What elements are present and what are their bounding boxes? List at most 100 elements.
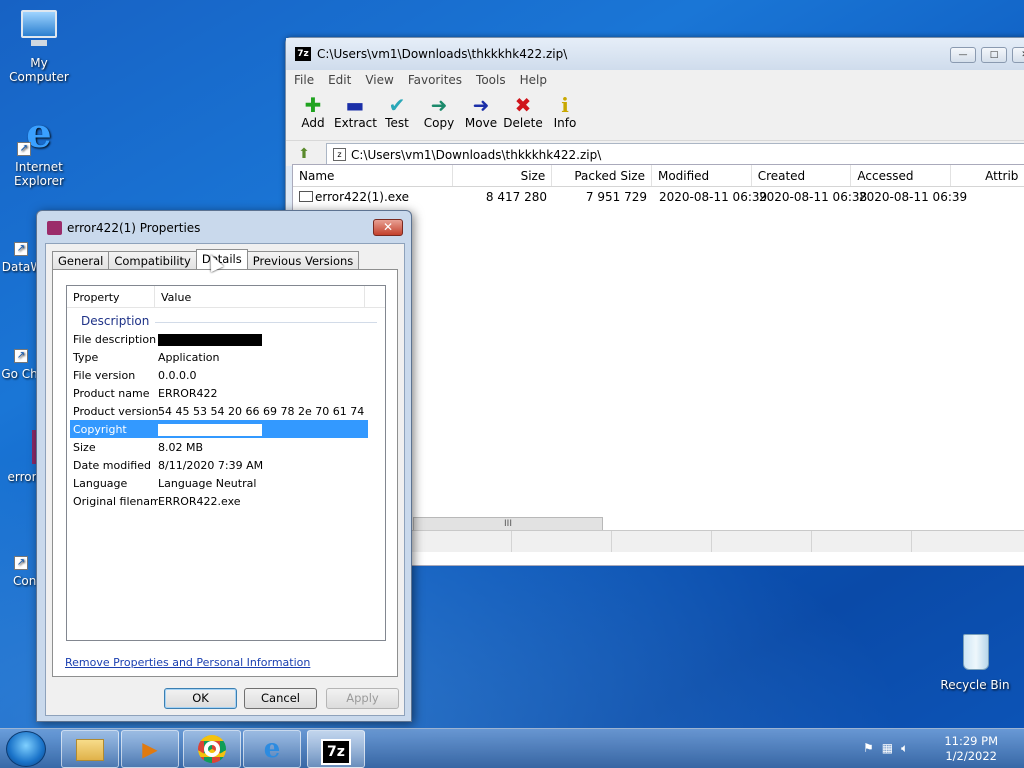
recycle-bin-icon bbox=[953, 630, 997, 674]
network-icon[interactable]: ▦ bbox=[882, 741, 893, 756]
shortcut-arrow-icon: ↗ bbox=[14, 349, 28, 363]
property-list-header: Property Value bbox=[67, 286, 385, 308]
taskbar-internet-explorer[interactable]: e bbox=[243, 730, 301, 768]
cancel-button[interactable]: Cancel bbox=[244, 688, 317, 709]
plus-icon: ✚ bbox=[304, 93, 322, 117]
column-packed-size[interactable]: Packed Size bbox=[552, 165, 652, 186]
dialog-title: error422(1) Properties bbox=[67, 221, 201, 235]
chrome-icon bbox=[198, 735, 226, 763]
close-button[interactable]: ✕ bbox=[373, 219, 403, 236]
details-panel: Property Value Description File descript… bbox=[52, 269, 398, 677]
menu-tools[interactable]: Tools bbox=[476, 73, 506, 87]
menu-help[interactable]: Help bbox=[520, 73, 547, 87]
tab-compatibility[interactable]: Compatibility bbox=[108, 251, 197, 270]
column-created[interactable]: Created bbox=[752, 165, 852, 186]
close-button[interactable]: ✕ bbox=[1012, 47, 1024, 63]
toolbar: ✚ Add ▬ Extract ✔ Test ➜ Copy ➜ Move ✖ Delete … bbox=[286, 90, 1024, 140]
menu-view[interactable]: View bbox=[365, 73, 393, 87]
internet-explorer-icon: e ↗ bbox=[17, 112, 61, 156]
test-button[interactable]: ✔ Test bbox=[376, 90, 418, 140]
address-row: ⬆ z C:\Users\vm1\Downloads\thkkkhk422.zi… bbox=[286, 140, 1024, 166]
table-row[interactable]: Product version 54 45 53 54 20 66 69 78 2… bbox=[70, 402, 368, 420]
column-size[interactable]: Size bbox=[453, 165, 553, 186]
copy-button[interactable]: ➜ Copy bbox=[418, 90, 460, 140]
menu-favorites[interactable]: Favorites bbox=[408, 73, 462, 87]
internet-explorer-icon: e bbox=[263, 734, 281, 764]
table-row[interactable]: Date modified 8/11/2020 7:39 AM bbox=[70, 456, 368, 474]
shortcut-arrow-icon: ↗ bbox=[14, 242, 28, 256]
7zip-titlebar[interactable]: 7z C:\Users\vm1\Downloads\thkkkhk422.zip… bbox=[286, 38, 1024, 70]
maximize-button[interactable]: □ bbox=[981, 47, 1007, 63]
tab-general[interactable]: General bbox=[52, 251, 110, 270]
move-arrow-icon: ➜ bbox=[472, 93, 490, 117]
table-row[interactable]: File version 0.0.0.0 bbox=[70, 366, 368, 384]
properties-dialog[interactable]: error422(1) Properties ✕ General Compati… bbox=[36, 210, 412, 722]
list-header: Name Size Packed Size Modified Created A… bbox=[293, 165, 1024, 187]
table-row[interactable]: Original filenameERROR422.exe bbox=[70, 492, 368, 510]
desktop-icon-recycle-bin[interactable]: Recycle Bin bbox=[935, 630, 1015, 692]
delete-x-icon: ✖ bbox=[514, 93, 532, 117]
media-player-icon: ▶ bbox=[142, 737, 158, 761]
table-row[interactable]: File description bbox=[70, 330, 368, 348]
redacted-value bbox=[158, 423, 262, 436]
taskbar-explorer[interactable] bbox=[61, 730, 119, 768]
group-description: Description bbox=[67, 308, 385, 330]
explorer-folder-icon bbox=[76, 739, 104, 761]
desktop-icon-my-computer[interactable]: My Computer bbox=[0, 8, 79, 84]
info-icon: i bbox=[561, 93, 569, 117]
menu-edit[interactable]: Edit bbox=[328, 73, 351, 87]
copy-arrow-icon: ➜ bbox=[430, 93, 448, 117]
column-attrib[interactable]: Attrib bbox=[951, 165, 1024, 186]
horizontal-scrollbar[interactable]: III bbox=[413, 517, 603, 531]
table-row[interactable]: Product name ERROR422 bbox=[70, 384, 368, 402]
volume-icon[interactable]: 🔈︎ bbox=[901, 741, 908, 756]
redacted-value bbox=[158, 333, 262, 346]
column-modified[interactable]: Modified bbox=[652, 165, 752, 186]
delete-button[interactable]: ✖ Delete bbox=[502, 90, 544, 140]
info-button[interactable]: i Info bbox=[544, 90, 586, 140]
column-value[interactable]: Value bbox=[155, 286, 365, 307]
extract-button[interactable]: ▬ Extract bbox=[334, 90, 377, 140]
file-name-cell: error422(1).exe bbox=[293, 187, 453, 207]
taskbar-chrome[interactable] bbox=[183, 730, 241, 768]
check-icon: ✔ bbox=[388, 93, 406, 117]
remove-properties-link[interactable]: Remove Properties and Personal Informati… bbox=[65, 656, 310, 669]
table-row[interactable]: Type Application bbox=[70, 348, 368, 366]
clock[interactable]: 11:29 PM 1/2/2022 bbox=[944, 734, 998, 764]
taskbar-7zip[interactable]: 7z bbox=[307, 730, 365, 768]
minimize-button[interactable]: — bbox=[950, 47, 976, 63]
move-button[interactable]: ➜ Move bbox=[460, 90, 502, 140]
add-button[interactable]: ✚ Add bbox=[292, 90, 334, 140]
table-row[interactable]: Language Language Neutral bbox=[70, 474, 368, 492]
dialog-body: General Compatibility Details Previous V… bbox=[45, 243, 405, 716]
menu-file[interactable]: File bbox=[294, 73, 314, 87]
app-icon bbox=[47, 221, 62, 235]
apply-button[interactable]: Apply bbox=[326, 688, 399, 709]
desktop-icon-internet-explorer[interactable]: e ↗ Internet Explorer bbox=[0, 112, 79, 189]
property-list[interactable]: Property Value Description File descript… bbox=[66, 285, 386, 641]
ok-button[interactable]: OK bbox=[164, 688, 237, 709]
action-center-flag-icon[interactable]: ⚑ bbox=[863, 741, 874, 756]
shortcut-arrow-icon: ↗ bbox=[14, 556, 28, 570]
exe-file-icon bbox=[299, 191, 313, 202]
column-name[interactable]: Name bbox=[293, 165, 453, 186]
window-title: C:\Users\vm1\Downloads\thkkkhk422.zip\ bbox=[317, 47, 568, 61]
start-button[interactable] bbox=[6, 731, 46, 767]
address-field[interactable]: z C:\Users\vm1\Downloads\thkkkhk422.zip\ bbox=[326, 143, 1024, 165]
table-row-selected[interactable]: Copyright bbox=[70, 420, 368, 438]
shortcut-arrow-icon: ↗ bbox=[17, 142, 31, 156]
tab-previous-versions[interactable]: Previous Versions bbox=[246, 251, 360, 270]
taskbar-media-player[interactable]: ▶ bbox=[121, 730, 179, 768]
up-folder-icon[interactable]: ⬆ bbox=[296, 146, 312, 162]
taskbar: ▶ e 7z ⚑ ▦ 🔈︎ 11:29 PM 1/2/2022 bbox=[0, 728, 1024, 768]
list-item[interactable]: error422(1).exe 8 417 280 7 951 729 2020… bbox=[293, 187, 1024, 207]
7zip-icon: 7z bbox=[321, 739, 351, 765]
system-tray: ⚑ ▦ 🔈︎ 11:29 PM 1/2/2022 bbox=[859, 729, 1024, 768]
computer-icon bbox=[17, 8, 61, 52]
column-accessed[interactable]: Accessed bbox=[851, 165, 952, 186]
table-row[interactable]: Size 8.02 MB bbox=[70, 438, 368, 456]
archive-icon: z bbox=[333, 148, 346, 161]
7zip-icon: 7z bbox=[295, 47, 311, 61]
minus-icon: ▬ bbox=[345, 93, 365, 117]
column-property[interactable]: Property bbox=[67, 286, 155, 307]
